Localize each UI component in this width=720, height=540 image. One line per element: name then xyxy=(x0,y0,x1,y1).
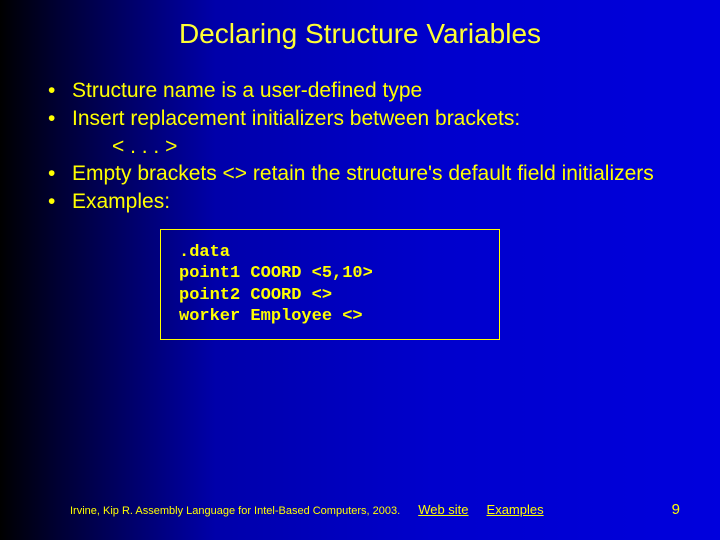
footer-citation: Irvine, Kip R. Assembly Language for Int… xyxy=(70,505,400,517)
content-area: Structure name is a user-defined type In… xyxy=(0,50,720,340)
website-link[interactable]: Web site xyxy=(418,502,468,517)
bullet-item: Examples: xyxy=(40,189,680,215)
bullet-item: Insert replacement initializers between … xyxy=(40,106,680,132)
code-example-box: .data point1 COORD <5,10> point2 COORD <… xyxy=(160,229,500,340)
bullet-subtext: < . . . > xyxy=(112,135,680,159)
slide-title: Declaring Structure Variables xyxy=(0,0,720,50)
footer: Irvine, Kip R. Assembly Language for Int… xyxy=(0,501,720,518)
examples-link[interactable]: Examples xyxy=(487,502,544,517)
bullet-list: Structure name is a user-defined type In… xyxy=(40,78,680,133)
slide-number: 9 xyxy=(672,501,680,518)
bullet-list: Empty brackets <> retain the structure's… xyxy=(40,161,680,216)
bullet-item: Empty brackets <> retain the structure's… xyxy=(40,161,680,187)
bullet-item: Structure name is a user-defined type xyxy=(40,78,680,104)
